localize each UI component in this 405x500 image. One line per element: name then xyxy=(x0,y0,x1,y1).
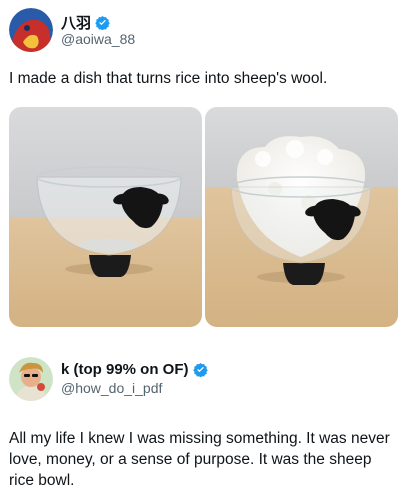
avatar-image xyxy=(9,357,53,401)
display-name-text: k (top 99% on OF) xyxy=(61,361,189,378)
avatar[interactable] xyxy=(9,357,53,401)
display-name[interactable]: 八羽 xyxy=(61,12,110,33)
rice-bowl-image xyxy=(205,107,398,327)
verified-badge-icon xyxy=(192,362,208,377)
avatar-image xyxy=(9,8,53,52)
user-handle[interactable]: @aoiwa_88 xyxy=(61,31,135,47)
photo-empty-bowl[interactable] xyxy=(9,107,202,327)
tweet-text: I made a dish that turns rice into sheep… xyxy=(9,70,328,87)
tweet-text: All my life I knew I was missing somethi… xyxy=(9,430,390,489)
display-name[interactable]: k (top 99% on OF) xyxy=(61,361,208,378)
photo-rice-bowl[interactable] xyxy=(205,107,398,327)
display-name-text: 八羽 xyxy=(61,15,92,32)
avatar[interactable] xyxy=(9,8,53,52)
verified-badge-icon xyxy=(95,15,110,30)
empty-bowl-image xyxy=(9,107,202,327)
user-handle[interactable]: @how_do_i_pdf xyxy=(61,380,162,396)
